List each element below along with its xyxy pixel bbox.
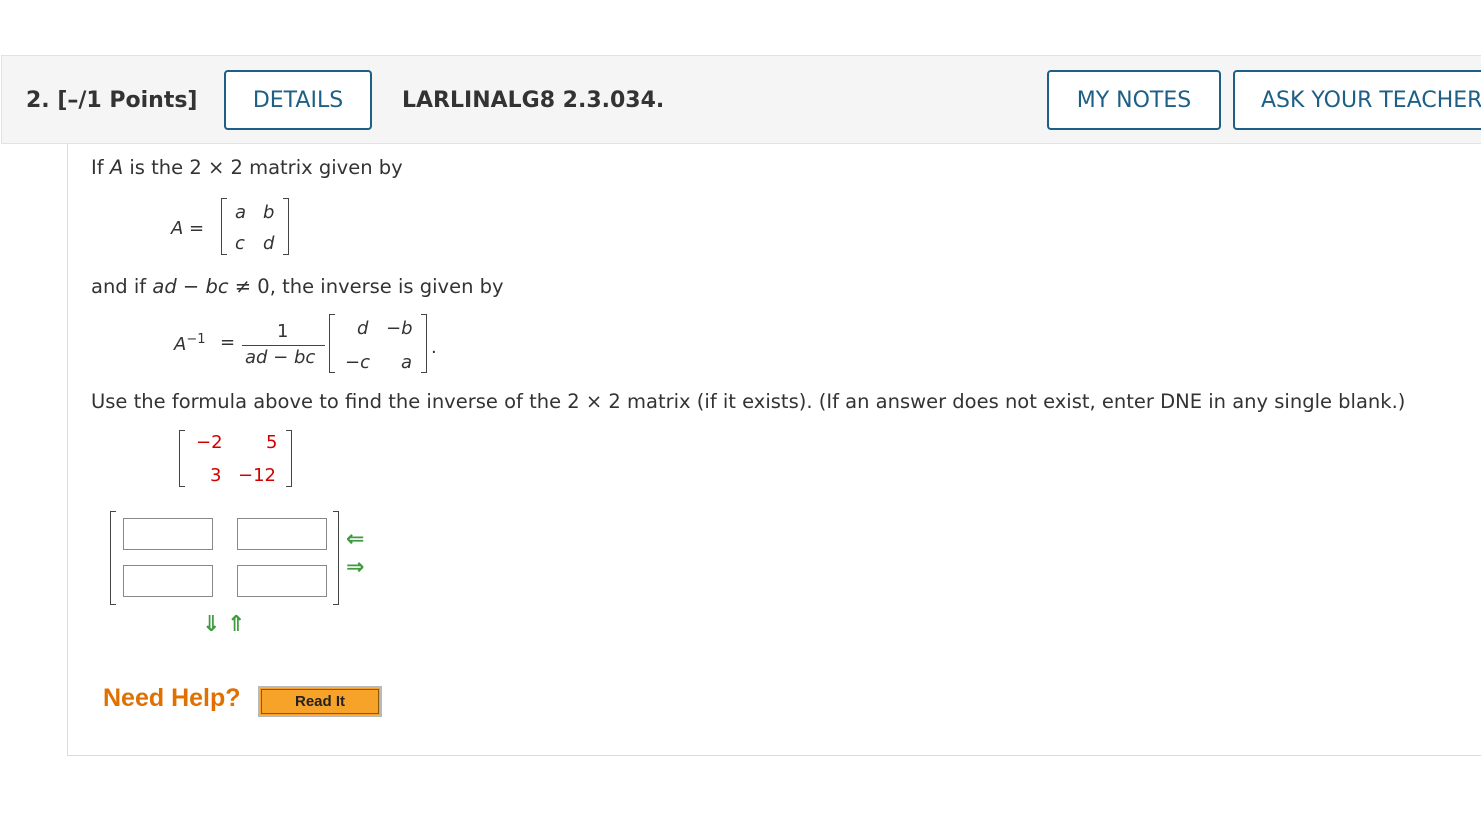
matrix-cell: −2 bbox=[196, 432, 223, 453]
remove-column-arrow-icon[interactable]: ⇐ bbox=[346, 529, 364, 551]
matrix-cell: c bbox=[235, 233, 245, 254]
period: . bbox=[431, 337, 437, 358]
right-bracket bbox=[283, 198, 289, 255]
matrix-cell: d bbox=[263, 233, 275, 254]
left-bracket bbox=[329, 314, 335, 373]
answer-input-r2c1[interactable] bbox=[123, 565, 213, 597]
matrix-cell: a bbox=[235, 202, 247, 223]
intro-text: If A is the 2 × 2 matrix given by bbox=[91, 156, 403, 179]
my-notes-button[interactable]: MY NOTES bbox=[1047, 70, 1221, 130]
matrix-cell: 5 bbox=[266, 432, 278, 453]
right-bracket bbox=[421, 314, 427, 373]
question-body: If A is the 2 × 2 matrix given by A = a … bbox=[67, 144, 1481, 756]
remove-row-arrow-icon[interactable]: ⇑ bbox=[227, 614, 245, 636]
matrix-cell: −b bbox=[386, 318, 413, 339]
answer-input-r1c1[interactable] bbox=[123, 518, 213, 550]
answer-input-r1c2[interactable] bbox=[237, 518, 327, 550]
instruction-text: Use the formula above to find the invers… bbox=[91, 390, 1406, 413]
add-column-arrow-icon[interactable]: ⇒ bbox=[346, 557, 364, 579]
fraction-numerator: 1 bbox=[277, 321, 289, 342]
matrix-cell: −12 bbox=[238, 465, 276, 486]
add-row-arrow-icon[interactable]: ⇓ bbox=[202, 614, 220, 636]
left-bracket bbox=[110, 511, 116, 605]
fraction-denominator: ad − bc bbox=[245, 347, 316, 368]
problem-code: LARLINALG8 2.3.034. bbox=[402, 88, 665, 113]
condition-text: and if ad − bc ≠ 0, the inverse is given… bbox=[91, 275, 504, 298]
matrix-cell: 3 bbox=[210, 465, 222, 486]
matrix-cell: b bbox=[263, 202, 275, 223]
matrix-cell: d bbox=[357, 318, 369, 339]
need-help-label: Need Help? bbox=[103, 684, 241, 712]
fraction-bar bbox=[242, 345, 325, 346]
matrix-cell: a bbox=[401, 352, 413, 373]
inverse-lhs: A−1 bbox=[174, 332, 206, 355]
right-bracket bbox=[286, 430, 292, 487]
answer-input-r2c2[interactable] bbox=[237, 565, 327, 597]
question-header: 2. [–/1 Points] DETAILS LARLINALG8 2.3.0… bbox=[1, 55, 1481, 144]
right-bracket bbox=[333, 511, 339, 605]
left-bracket bbox=[221, 198, 227, 255]
read-it-button[interactable]: Read It bbox=[258, 686, 382, 717]
question-number: 2. [–/1 Points] bbox=[26, 88, 198, 113]
details-button[interactable]: DETAILS bbox=[224, 70, 372, 130]
ask-teacher-button[interactable]: ASK YOUR TEACHER bbox=[1233, 70, 1481, 130]
equals-sign: = bbox=[220, 332, 236, 353]
matrix-a-lhs: A = bbox=[171, 218, 205, 239]
left-bracket bbox=[179, 430, 185, 487]
matrix-cell: −c bbox=[345, 352, 370, 373]
